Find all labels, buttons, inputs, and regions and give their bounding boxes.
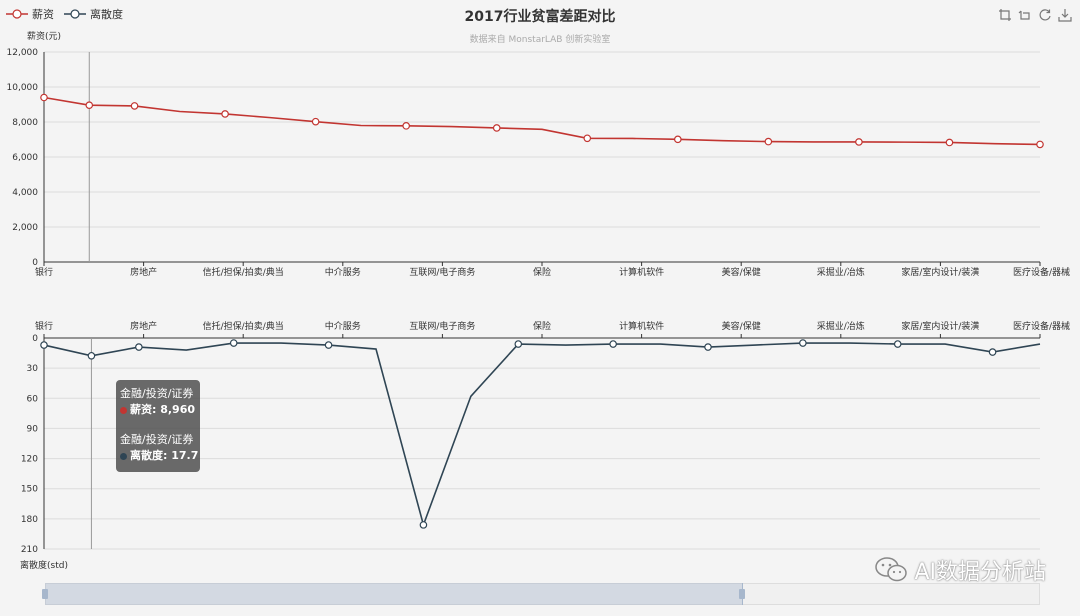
- x-tick-label: 采掘业/冶炼: [817, 320, 865, 332]
- y-tick-label: 12,000: [7, 48, 39, 58]
- tooltip-block-dispersion: 金融/投资/证券 离散度: 17.7: [120, 432, 200, 464]
- data-point: [402, 122, 410, 130]
- x-tick-label: 互联网/电子商务: [409, 320, 475, 332]
- y-tick-label: 8,000: [12, 118, 38, 128]
- x-tick-label: 房地产: [130, 266, 157, 278]
- tooltip-block-salary: 金融/投资/证券 薪资: 8,960: [120, 386, 200, 418]
- x-tick-label: 信托/担保/拍卖/典当: [203, 320, 284, 332]
- x-tick-label: 美容/保健: [722, 320, 761, 332]
- data-point: [419, 521, 428, 529]
- watermark: AI数据分析站: [874, 554, 1046, 586]
- x-tick-label: 家居/室内设计/装潢: [901, 266, 979, 278]
- data-point: [311, 117, 320, 126]
- data-point: [799, 339, 807, 347]
- data-point: [40, 341, 48, 349]
- wechat-icon: [875, 557, 908, 582]
- data-point: [764, 137, 773, 146]
- y-tick-label: 0: [32, 258, 38, 268]
- chart-canvas: 0 2,000 4,000 6,000 8,000 10,000 12,000 薪资(元) 银行…: [7, 30, 1071, 571]
- tooltip-category: 金融/投资/证券: [120, 387, 194, 400]
- x-tick-label: 医疗设备/器械: [1013, 266, 1070, 278]
- y-tick-label: 210: [21, 545, 38, 555]
- y-tick-label: 60: [27, 394, 39, 404]
- data-point: [945, 138, 954, 147]
- x-tick-label: 银行: [35, 320, 53, 332]
- x-tick-label: 计算机软件: [619, 320, 664, 332]
- tooltip-dispersion-value: 离散度: 17.7: [130, 449, 199, 462]
- tooltip-dot-icon: [120, 406, 127, 414]
- x-tick-label: 美容/保健: [722, 266, 761, 278]
- y-axis-label: 薪资(元): [27, 30, 61, 42]
- y-tick-label: 4,000: [12, 188, 38, 198]
- y-tick-label: 150: [21, 485, 38, 495]
- y-tick-label: 120: [21, 455, 38, 465]
- data-point: [87, 351, 96, 360]
- x-tick-label: 保险: [533, 320, 551, 332]
- data-point: [609, 340, 617, 348]
- data-point: [85, 101, 94, 110]
- x-tick-label: 房地产: [130, 320, 157, 332]
- data-point: [492, 124, 501, 132]
- x-tick-label: 保险: [533, 266, 551, 278]
- data-point: [229, 339, 238, 347]
- zoom-handle-left[interactable]: [42, 589, 48, 599]
- watermark-text: AI数据分析站: [914, 560, 1046, 585]
- tooltip-salary-value: 薪资: 8,960: [130, 403, 196, 416]
- data-point: [1036, 140, 1044, 149]
- x-tick-label: 信托/担保/拍卖/典当: [203, 266, 284, 278]
- data-point: [583, 134, 592, 143]
- data-point: [514, 340, 523, 348]
- x-tick-label: 中介服务: [325, 320, 361, 332]
- data-point: [674, 135, 682, 144]
- data-point: [893, 340, 902, 348]
- x-tick-label: 计算机软件: [619, 266, 664, 278]
- zoom-handle-right[interactable]: [738, 589, 745, 599]
- series-line-salary: [43, 96, 1041, 146]
- data-point: [40, 93, 48, 102]
- x-tick-label: 家居/室内设计/装潢: [901, 320, 979, 332]
- data-point: [988, 348, 997, 356]
- data-zoom-slider[interactable]: [42, 583, 1040, 605]
- y-tick-label: 10,000: [7, 83, 39, 93]
- data-point: [221, 110, 229, 118]
- x-tick-label: 采掘业/冶炼: [817, 266, 865, 278]
- data-point: [130, 102, 139, 110]
- x-tick-label: 互联网/电子商务: [409, 266, 475, 278]
- data-point: [704, 343, 712, 351]
- y-tick-label: 180: [21, 515, 38, 525]
- x-tick-label: 医疗设备/器械: [1013, 320, 1070, 332]
- y-tick-label: 30: [27, 364, 39, 374]
- y-tick-label: 90: [27, 424, 39, 434]
- tooltip-dot-icon: [120, 452, 127, 460]
- y-axis-label: 离散度(std): [20, 559, 68, 571]
- data-point: [135, 343, 143, 351]
- tooltip-category: 金融/投资/证券: [120, 433, 194, 446]
- x-tick-label: 中介服务: [325, 266, 361, 278]
- y-tick-label: 6,000: [12, 153, 38, 163]
- data-point: [855, 138, 863, 146]
- tooltip: 金融/投资/证券 薪资: 8,960 金融/投资/证券 离散度: 17.7: [116, 380, 200, 472]
- y-tick-label: 2,000: [12, 223, 38, 233]
- x-tick-label: 银行: [35, 266, 53, 278]
- data-point: [324, 341, 333, 349]
- zoom-selected-range[interactable]: [45, 583, 743, 605]
- y-tick-label: 0: [32, 334, 38, 344]
